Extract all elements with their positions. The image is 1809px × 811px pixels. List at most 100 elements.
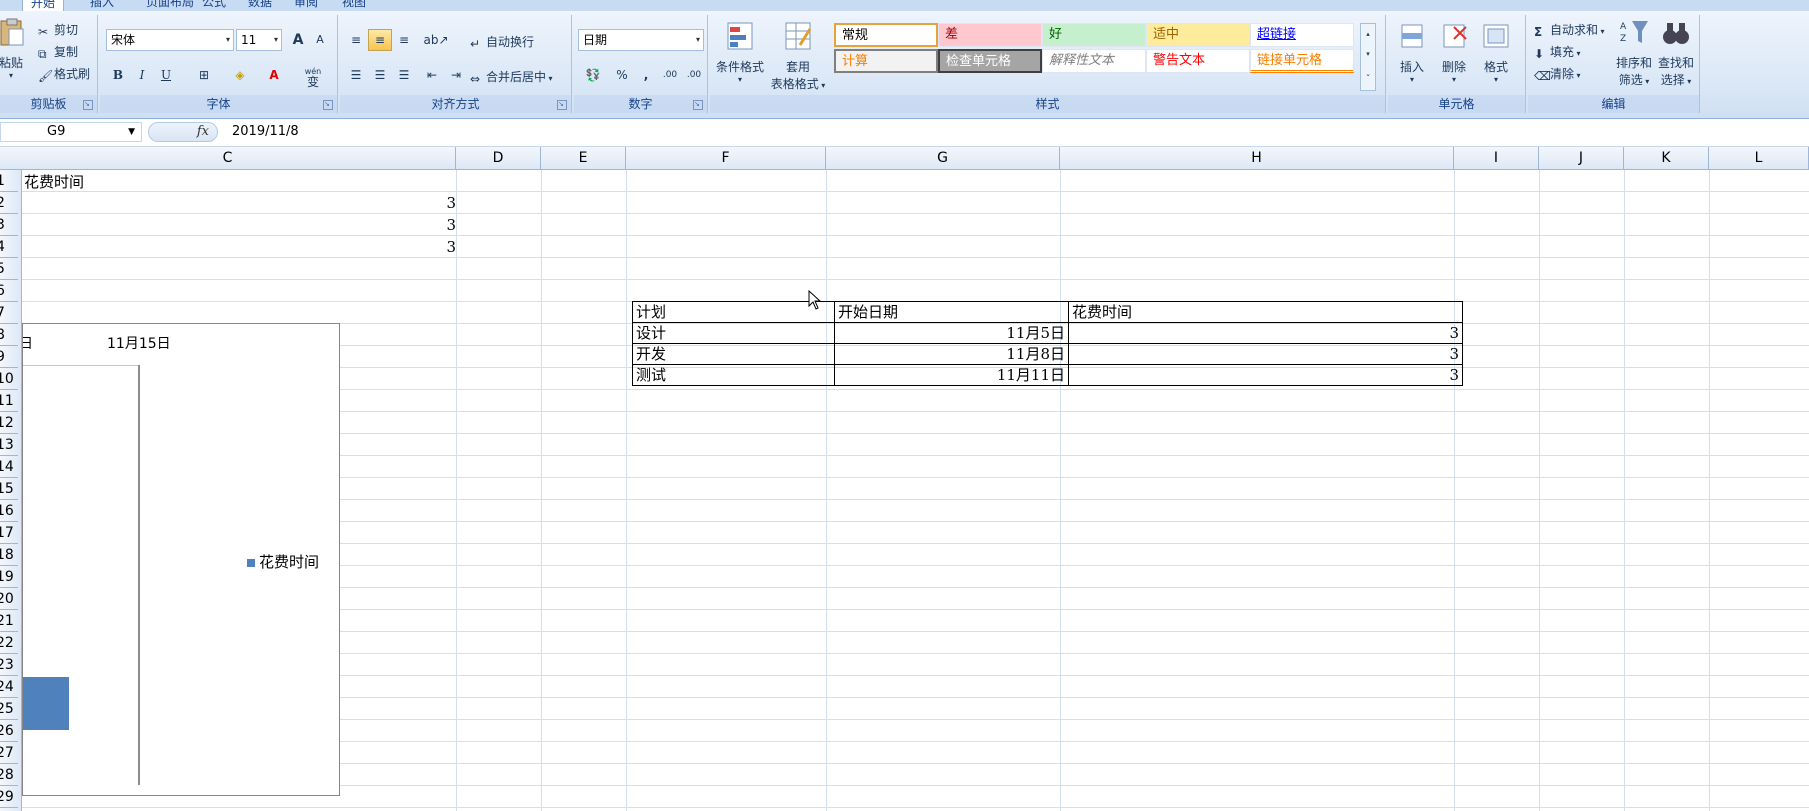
row-header-17[interactable]: 17	[0, 522, 18, 544]
table-cell[interactable]: 11月11日	[834, 364, 1069, 386]
cell-style-8[interactable]: 解释性文本	[1042, 49, 1146, 73]
cell-C4[interactable]: 3	[22, 236, 456, 258]
format-cells-button[interactable]: 格式 ▾	[1476, 21, 1516, 84]
table-header-cell[interactable]: 开始日期	[834, 301, 1069, 323]
table-cell[interactable]: 3	[1068, 364, 1463, 386]
cell-style-2[interactable]: 差	[938, 23, 1042, 47]
insert-cells-button[interactable]: 插入 ▾	[1392, 21, 1432, 84]
table-cell[interactable]: 测试	[632, 364, 835, 386]
row-header-16[interactable]: 16	[0, 500, 18, 522]
tab-3[interactable]: 页面布局	[138, 0, 202, 10]
table-cell[interactable]: 设计	[632, 322, 835, 344]
table-cell[interactable]: 3	[1068, 322, 1463, 344]
row-header-19[interactable]: 19	[0, 566, 18, 588]
font-color-button[interactable]: A	[262, 64, 286, 86]
tab-7[interactable]: 视图	[334, 0, 374, 10]
row-header-5[interactable]: 5	[0, 258, 18, 280]
row-header-23[interactable]: 23	[0, 654, 18, 676]
row-header-26[interactable]: 26	[0, 720, 18, 742]
align-left-button[interactable]: ☰	[344, 64, 368, 86]
sort-filter-button[interactable]: AZ 排序和 筛选 ▾	[1614, 17, 1654, 88]
row-header-15[interactable]: 15	[0, 478, 18, 500]
table-header-cell[interactable]: 计划	[632, 301, 835, 323]
font-launcher-icon[interactable]: ↘	[323, 100, 333, 110]
accounting-button[interactable]: 💱	[578, 64, 608, 86]
delete-cells-button[interactable]: 删除 ▾	[1434, 21, 1474, 84]
row-header-7[interactable]: 7	[0, 302, 18, 324]
cell-C1[interactable]: 花费时间	[24, 171, 84, 193]
name-box[interactable]: G9 ▼	[0, 122, 142, 142]
gallery-more-icon[interactable]: ⌄	[1361, 64, 1375, 84]
grow-font-button[interactable]: A	[286, 29, 310, 51]
table-cell[interactable]: 开发	[632, 343, 835, 365]
cell-style-9[interactable]: 警告文本	[1146, 49, 1250, 73]
wrap-text-button[interactable]: ↵ 自动换行	[470, 33, 534, 51]
number-launcher-icon[interactable]: ↘	[693, 100, 703, 110]
underline-button[interactable]: U	[154, 64, 178, 86]
alignment-launcher-icon[interactable]: ↘	[557, 100, 567, 110]
table-cell[interactable]: 11月8日	[834, 343, 1069, 365]
number-format-select[interactable]: 日期 ▾	[578, 29, 704, 51]
row-header-2[interactable]: 2	[0, 192, 18, 214]
column-header-C[interactable]: C	[0, 147, 456, 169]
tab-5[interactable]: 数据	[240, 0, 280, 10]
fill-button[interactable]: ⬇ 填充 ▾	[1534, 43, 1581, 61]
increase-indent-button[interactable]: ⇥	[444, 64, 468, 86]
cell-style-6[interactable]: 计算	[834, 49, 938, 73]
conditional-format-button[interactable]: 条件格式 ▾	[714, 21, 766, 84]
row-header-29[interactable]: 29	[0, 786, 18, 808]
paste-button[interactable]: 粘贴 ▾	[0, 17, 28, 80]
row-header-1[interactable]: 1	[0, 170, 18, 192]
worksheet-grid[interactable]: 花费时间 3 3 3 计划 开始日期 花费时间 设计 11月5日 3 开发 11…	[22, 170, 1809, 811]
tab-6[interactable]: 审阅	[286, 0, 326, 10]
cell-style-1[interactable]: 常规	[834, 23, 938, 47]
chart-bar[interactable]	[23, 677, 69, 730]
column-header-L[interactable]: L	[1709, 147, 1809, 169]
phonetic-button[interactable]: wén 变	[298, 64, 328, 88]
gantt-bar-chart[interactable]: 日 11月15日 花费时间	[22, 323, 340, 796]
cell-style-4[interactable]: 适中	[1146, 23, 1250, 47]
tab-2[interactable]: 插入	[82, 0, 122, 10]
format-painter-button[interactable]: 🖌格式刷	[38, 65, 90, 83]
row-header-14[interactable]: 14	[0, 456, 18, 478]
row-header-12[interactable]: 12	[0, 412, 18, 434]
cell-C2[interactable]: 3	[22, 192, 456, 214]
decrease-decimal-button[interactable]: .00	[682, 64, 706, 86]
row-header-4[interactable]: 4	[0, 236, 18, 258]
fill-color-button[interactable]: ◈	[228, 64, 252, 86]
row-header-22[interactable]: 22	[0, 632, 18, 654]
row-header-18[interactable]: 18	[0, 544, 18, 566]
shrink-font-button[interactable]: A	[308, 29, 332, 51]
decrease-indent-button[interactable]: ⇤	[420, 64, 444, 86]
row-header-9[interactable]: 9	[0, 346, 18, 368]
row-header-27[interactable]: 27	[0, 742, 18, 764]
cell-style-10[interactable]: 链接单元格	[1250, 49, 1354, 73]
tab-4[interactable]: 公式	[194, 0, 234, 10]
column-header-D[interactable]: D	[456, 147, 541, 169]
row-header-21[interactable]: 21	[0, 610, 18, 632]
formula-input[interactable]: 2019/11/8	[232, 123, 299, 141]
table-cell[interactable]: 3	[1068, 343, 1463, 365]
autosum-button[interactable]: Σ 自动求和 ▾	[1534, 21, 1605, 39]
column-header-K[interactable]: K	[1624, 147, 1709, 169]
find-select-button[interactable]: 查找和 选择 ▾	[1656, 17, 1696, 88]
paste-dropdown-icon[interactable]: ▾	[0, 71, 28, 80]
insert-function-button[interactable]: fx	[148, 122, 218, 142]
column-header-E[interactable]: E	[541, 147, 626, 169]
cell-style-5[interactable]: 超链接	[1250, 23, 1354, 47]
align-middle-button[interactable]: ≡	[368, 29, 392, 51]
tab-1[interactable]: 开始	[22, 0, 65, 11]
row-header-20[interactable]: 20	[0, 588, 18, 610]
column-header-I[interactable]: I	[1454, 147, 1539, 169]
row-header-25[interactable]: 25	[0, 698, 18, 720]
table-cell[interactable]: 11月5日	[834, 322, 1069, 344]
font-name-select[interactable]: 宋体 ▾	[106, 29, 234, 51]
cell-C3[interactable]: 3	[22, 214, 456, 236]
row-header-6[interactable]: 6	[0, 280, 18, 302]
bold-button[interactable]: B	[106, 64, 130, 86]
border-button[interactable]: ⊞	[192, 64, 216, 86]
italic-button[interactable]: I	[130, 64, 154, 86]
clear-button[interactable]: ⌫清除 ▾	[1534, 65, 1581, 83]
row-header-13[interactable]: 13	[0, 434, 18, 456]
scroll-up-icon[interactable]: ▴	[1361, 24, 1375, 44]
